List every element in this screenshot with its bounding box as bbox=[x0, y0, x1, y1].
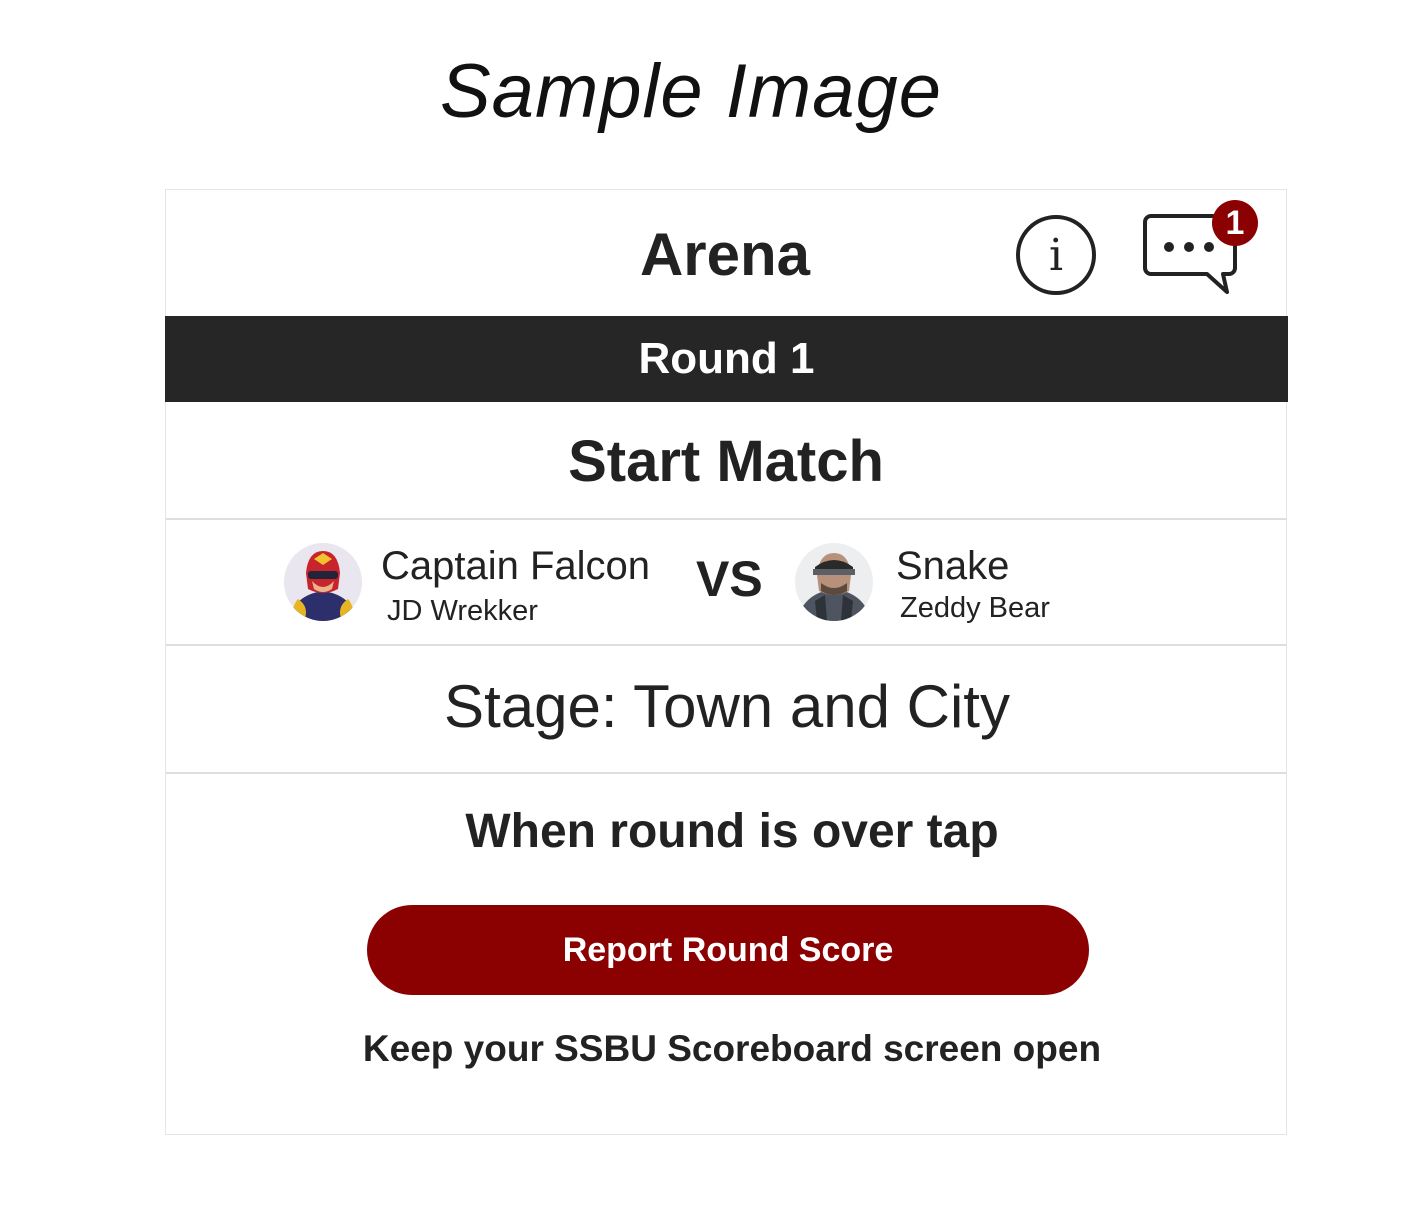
page-title: Sample Image bbox=[439, 49, 943, 134]
player1-name: JD Wrekker bbox=[387, 595, 538, 627]
matchup-row: Captain Falcon JD Wrekker VS Snake Zeddy… bbox=[166, 520, 1286, 646]
report-round-score-button[interactable]: Report Round Score bbox=[367, 905, 1089, 995]
chat-notification-badge: 1 bbox=[1212, 200, 1258, 246]
player2-name: Zeddy Bear bbox=[900, 592, 1050, 624]
start-match-title: Start Match bbox=[568, 429, 884, 494]
start-match-row: Start Match bbox=[166, 402, 1286, 520]
info-icon: i bbox=[1048, 229, 1064, 281]
captain-falcon-avatar bbox=[284, 543, 362, 621]
info-button[interactable]: i bbox=[1016, 215, 1096, 295]
stage-row: Stage: Town and City bbox=[166, 646, 1286, 774]
arena-title: Arena bbox=[639, 221, 811, 288]
report-instruction: When round is over tap bbox=[465, 805, 999, 858]
stage-label: Stage: Town and City bbox=[444, 673, 1010, 740]
player2-character: Snake bbox=[896, 544, 1010, 588]
snake-avatar bbox=[795, 543, 873, 621]
round-label: Round 1 bbox=[638, 334, 815, 383]
report-button-label: Report Round Score bbox=[562, 930, 894, 969]
player1-character: Captain Falcon bbox=[381, 544, 651, 588]
vs-label: VS bbox=[696, 551, 763, 607]
match-header: Arena i 1 bbox=[166, 190, 1286, 316]
scoreboard-footnote: Keep your SSBU Scoreboard screen open bbox=[362, 1028, 1102, 1069]
match-card: Arena i 1 Round 1 Start Match Captain Fa… bbox=[165, 189, 1288, 1135]
round-bar: Round 1 bbox=[165, 316, 1288, 402]
